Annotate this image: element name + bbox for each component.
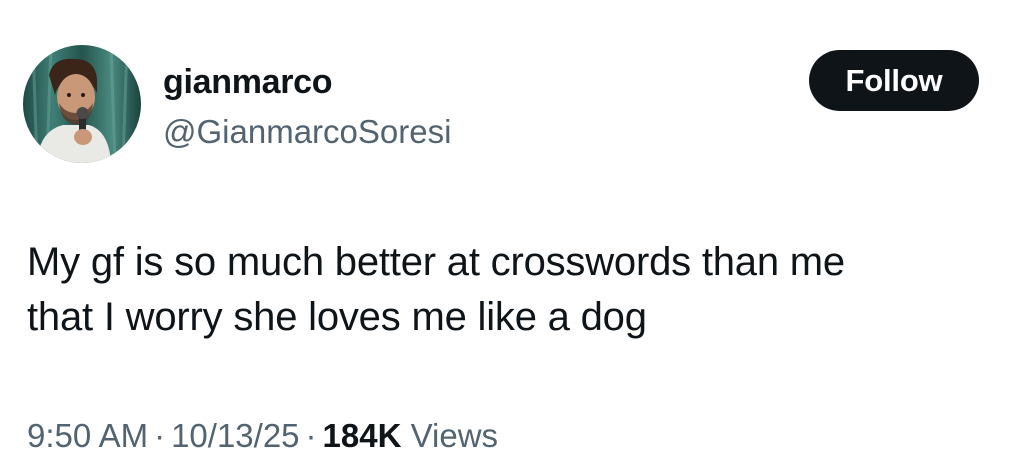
tweet-card: gianmarco @GianmarcoSoresi Follow My gf … [0,0,1024,458]
tweet-text-line: that I worry she loves me like a dog [27,295,647,339]
tweet-date[interactable]: 10/13/25 [171,417,299,454]
tweet-text-line: My gf is so much better at crosswords th… [27,240,845,284]
tweet-text: My gf is so much better at crosswords th… [27,235,987,345]
tweet-time[interactable]: 9:50 AM [27,417,148,454]
user-avatar-photo-icon [23,45,141,163]
user-handle[interactable]: @GianmarcoSoresi [163,112,451,152]
user-avatar[interactable] [23,45,141,163]
views-label: Views [410,417,499,454]
tweet-meta: 9:50 AM · 10/13/25 · 184K Views [27,414,498,458]
follow-button[interactable]: Follow [809,50,979,111]
views-count[interactable]: 184K [323,417,402,454]
user-display-name[interactable]: gianmarco [163,62,333,102]
meta-separator: · [305,417,317,454]
meta-separator: · [154,417,166,454]
